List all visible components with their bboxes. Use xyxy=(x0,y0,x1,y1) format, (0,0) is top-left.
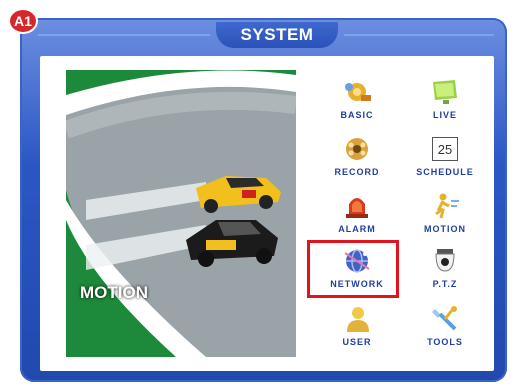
window-title: SYSTEM xyxy=(216,22,338,48)
calendar-day: 25 xyxy=(432,137,458,161)
menu-network-label: NETWORK xyxy=(330,279,384,289)
menu-record[interactable]: RECORD xyxy=(312,135,402,185)
race-track-illustration xyxy=(66,70,296,357)
menu-network[interactable]: NETWORK xyxy=(312,247,402,297)
motion-preview-image: MOTION xyxy=(66,70,296,357)
menu-live[interactable]: LIVE xyxy=(400,78,490,128)
title-line-right xyxy=(344,34,494,36)
title-line-left xyxy=(38,34,210,36)
motion-runner-icon xyxy=(427,192,463,220)
menu-live-label: LIVE xyxy=(432,110,457,120)
menu-tools[interactable]: TOOLS xyxy=(400,305,490,355)
menu-user[interactable]: USER xyxy=(312,305,402,355)
menu-ptz-label: P.T.Z xyxy=(432,279,458,289)
network-globe-icon xyxy=(339,247,375,275)
menu-user-label: USER xyxy=(342,337,372,347)
menu-schedule-label: SCHEDULE xyxy=(416,167,474,177)
calendar-icon: 25 xyxy=(427,135,463,163)
menu-motion[interactable]: MOTION xyxy=(400,192,490,242)
menu-alarm-label: ALARM xyxy=(338,224,376,234)
menu-record-label: RECORD xyxy=(334,167,380,177)
menu-schedule[interactable]: 25 SCHEDULE xyxy=(400,135,490,185)
menu-motion-label: MOTION xyxy=(424,224,466,234)
menu-alarm[interactable]: ALARM xyxy=(312,192,402,242)
record-film-icon xyxy=(339,135,375,163)
image-caption: MOTION xyxy=(80,283,148,302)
live-monitor-icon xyxy=(427,78,463,106)
user-icon xyxy=(339,305,375,333)
alarm-siren-icon xyxy=(339,192,375,220)
title-bar: SYSTEM xyxy=(28,22,501,52)
menu-tools-label: TOOLS xyxy=(427,337,463,347)
menu-basic-label: BASIC xyxy=(340,110,374,120)
basic-gear-icon xyxy=(339,78,375,106)
tools-icon xyxy=(427,305,463,333)
ptz-camera-icon xyxy=(427,247,463,275)
menu-basic[interactable]: BASIC xyxy=(312,78,402,128)
menu-ptz[interactable]: P.T.Z xyxy=(400,247,490,297)
